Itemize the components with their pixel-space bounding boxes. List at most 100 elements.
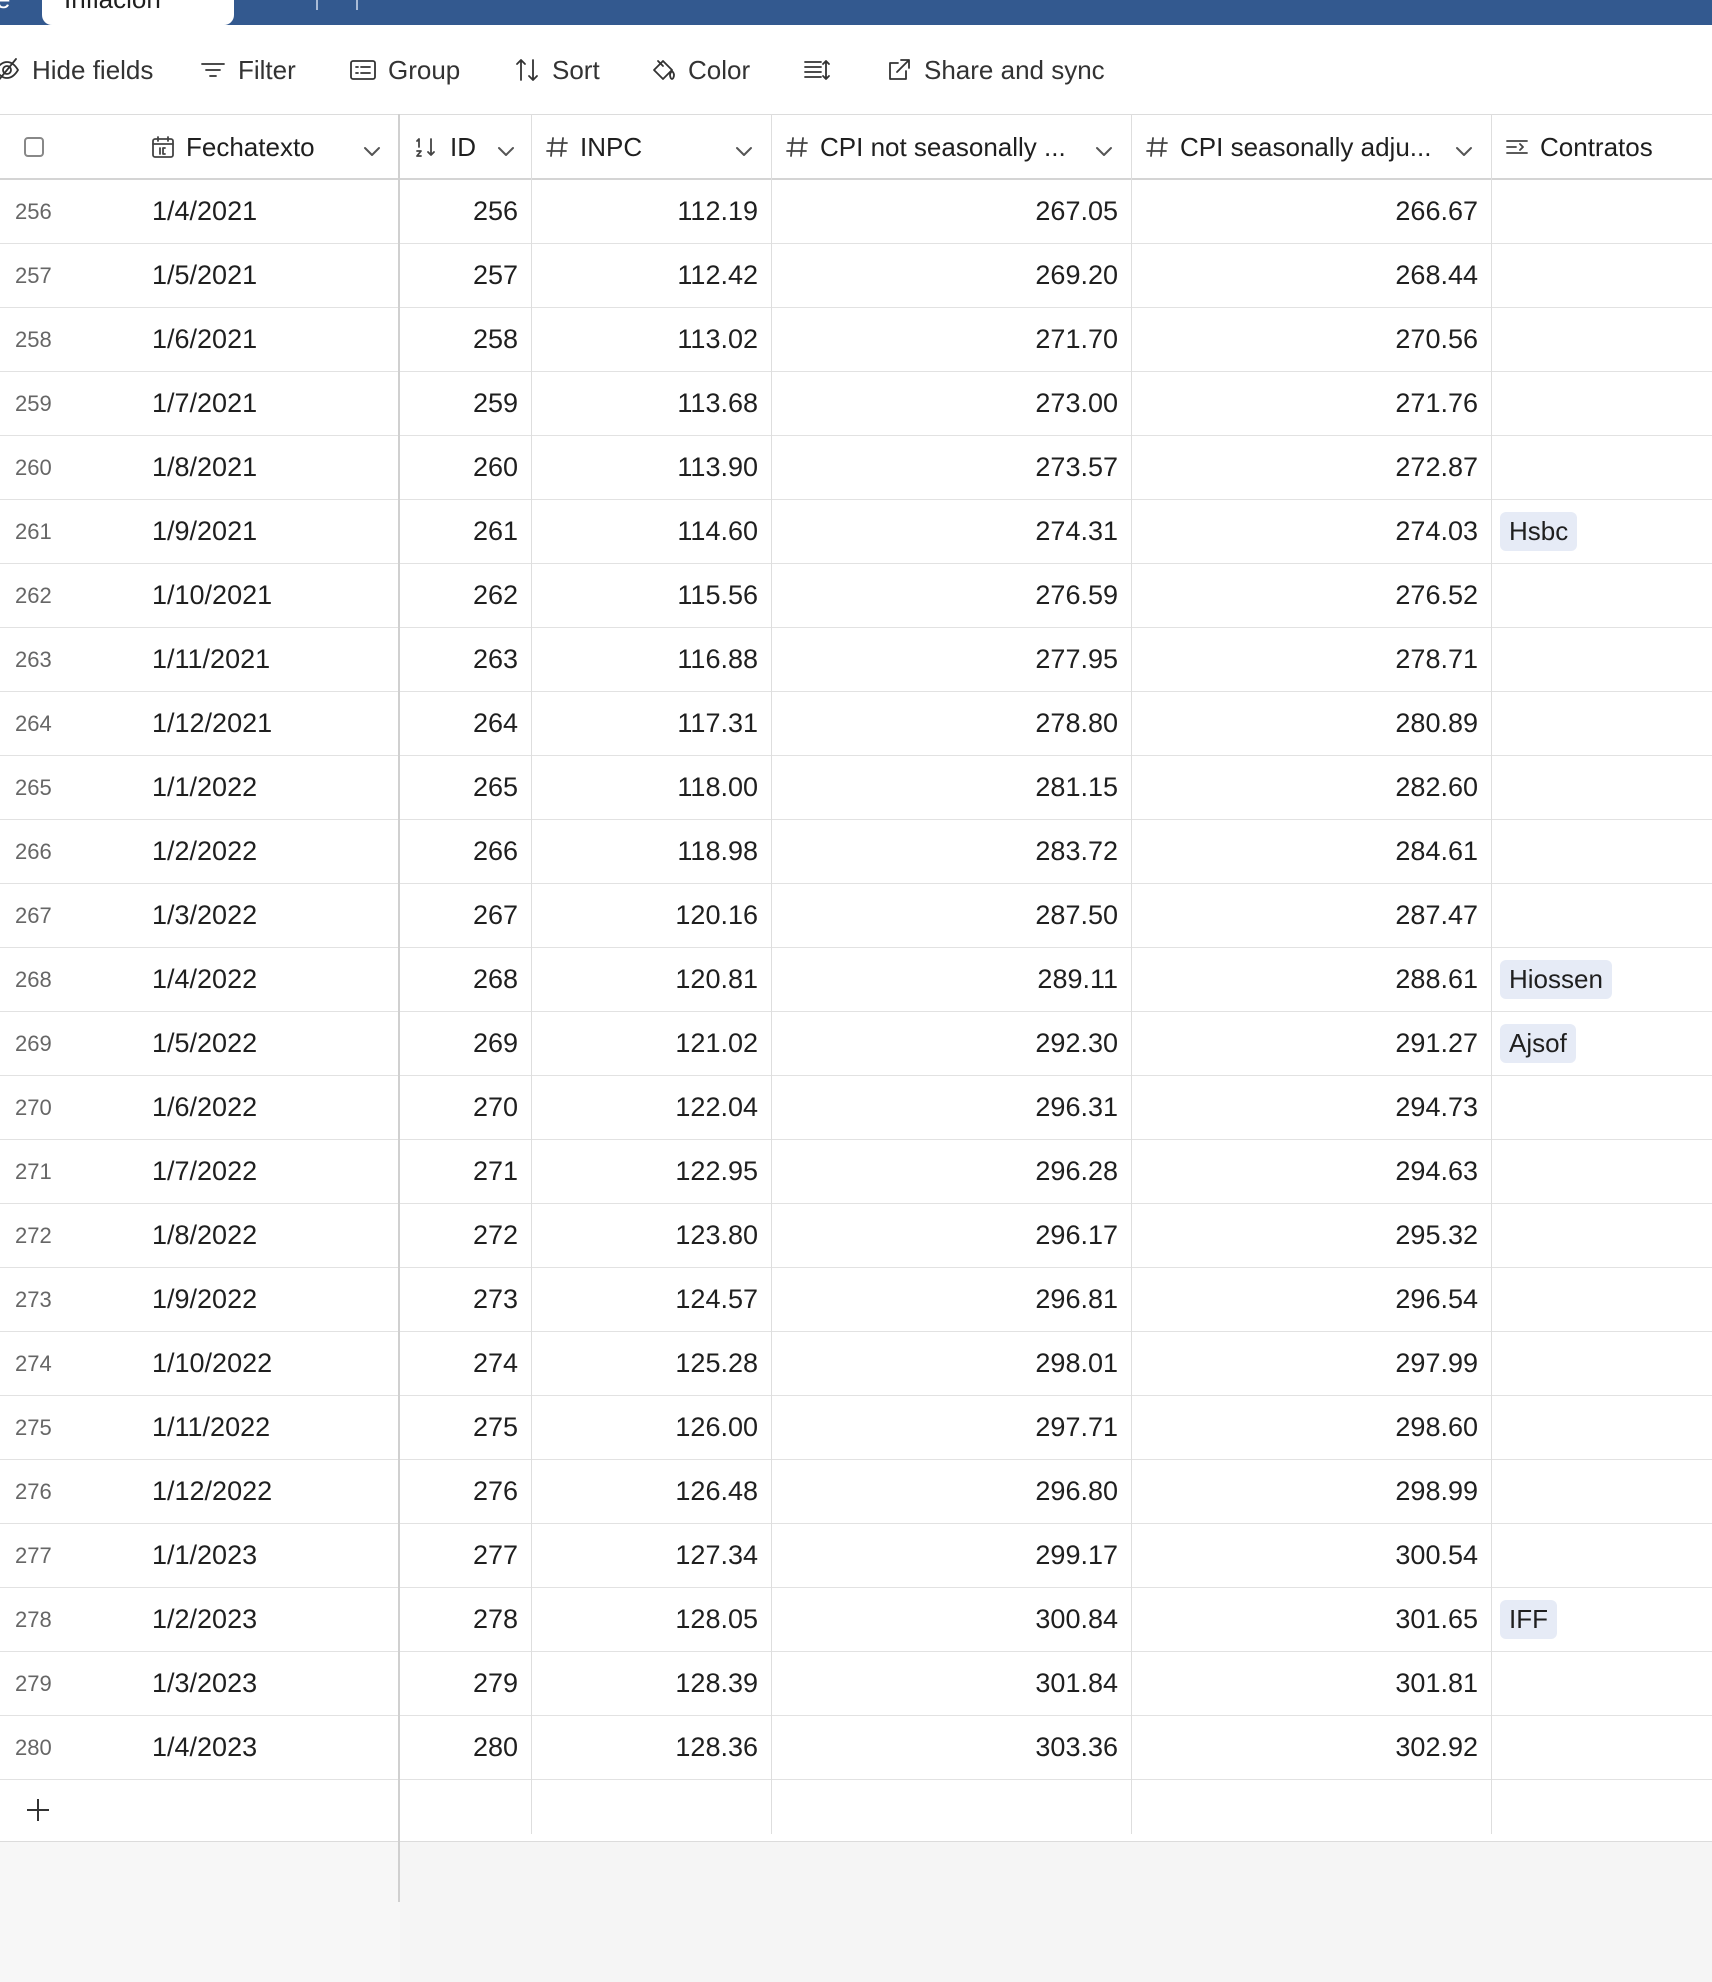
hide-fields-button[interactable]: Hide fields xyxy=(0,44,153,96)
sort-button[interactable]: Sort xyxy=(512,44,600,96)
share-sync-button[interactable]: Share and sync xyxy=(884,44,1105,96)
table-row[interactable]: 265 1/1/2022 265 118.00 281.15 282.60 xyxy=(0,756,1712,820)
cell-cpi-seasonally[interactable]: 300.54 xyxy=(1132,1524,1492,1587)
linked-record-chip[interactable]: Ajsof xyxy=(1500,1024,1576,1063)
cell-id[interactable]: 272 xyxy=(400,1204,532,1267)
cell-fechatexto[interactable]: 1/9/2021 xyxy=(152,500,398,563)
cell-cpi-not-seasonally[interactable]: 283.72 xyxy=(772,820,1132,883)
cell-cpi-seasonally[interactable]: 294.63 xyxy=(1132,1140,1492,1203)
cell-inpc[interactable]: 115.56 xyxy=(532,564,772,627)
cell-id[interactable]: 262 xyxy=(400,564,532,627)
color-button[interactable]: Color xyxy=(648,44,750,96)
cell-contratos[interactable] xyxy=(1492,1268,1712,1331)
tab-previous[interactable]: e xyxy=(0,0,40,25)
cell-cpi-not-seasonally[interactable]: 274.31 xyxy=(772,500,1132,563)
cell-inpc[interactable]: 128.05 xyxy=(532,1588,772,1651)
cell-fechatexto[interactable]: 1/3/2023 xyxy=(152,1652,398,1715)
cell-cpi-seasonally[interactable]: 284.61 xyxy=(1132,820,1492,883)
cell-id[interactable]: 264 xyxy=(400,692,532,755)
cell-inpc[interactable]: 120.16 xyxy=(532,884,772,947)
table-row[interactable]: 257 1/5/2021 257 112.42 269.20 268.44 xyxy=(0,244,1712,308)
cell-id[interactable]: 280 xyxy=(400,1716,532,1779)
cell-fechatexto[interactable]: 1/2/2022 xyxy=(152,820,398,883)
cell-contratos[interactable]: Ajsof xyxy=(1492,1012,1712,1075)
column-header-cpi-seasonally[interactable]: CPI seasonally adju... xyxy=(1144,115,1492,179)
select-all-checkbox[interactable] xyxy=(24,137,44,157)
cell-cpi-not-seasonally[interactable]: 281.15 xyxy=(772,756,1132,819)
cell-cpi-not-seasonally[interactable]: 300.84 xyxy=(772,1588,1132,1651)
cell-contratos[interactable] xyxy=(1492,1652,1712,1715)
table-row[interactable]: 263 1/11/2021 263 116.88 277.95 278.71 xyxy=(0,628,1712,692)
cell-cpi-not-seasonally[interactable]: 273.00 xyxy=(772,372,1132,435)
cell-contratos[interactable] xyxy=(1492,756,1712,819)
cell-inpc[interactable]: 122.95 xyxy=(532,1140,772,1203)
cell-cpi-not-seasonally[interactable]: 287.50 xyxy=(772,884,1132,947)
cell-inpc[interactable]: 113.02 xyxy=(532,308,772,371)
cell-inpc[interactable]: 117.31 xyxy=(532,692,772,755)
cell-cpi-not-seasonally[interactable]: 296.80 xyxy=(772,1460,1132,1523)
table-row[interactable]: 269 1/5/2022 269 121.02 292.30 291.27 Ajsof xyxy=(0,1012,1712,1076)
cell-contratos[interactable] xyxy=(1492,1140,1712,1203)
cell-fechatexto[interactable]: 1/5/2022 xyxy=(152,1012,398,1075)
cell-cpi-not-seasonally[interactable]: 299.17 xyxy=(772,1524,1132,1587)
cell-cpi-not-seasonally[interactable]: 278.80 xyxy=(772,692,1132,755)
chevron-down-icon[interactable] xyxy=(1454,137,1474,168)
table-row[interactable]: 275 1/11/2022 275 126.00 297.71 298.60 xyxy=(0,1396,1712,1460)
table-row[interactable]: 276 1/12/2022 276 126.48 296.80 298.99 xyxy=(0,1460,1712,1524)
cell-cpi-seasonally[interactable]: 296.54 xyxy=(1132,1268,1492,1331)
cell-inpc[interactable]: 128.36 xyxy=(532,1716,772,1779)
cell-cpi-seasonally[interactable]: 268.44 xyxy=(1132,244,1492,307)
linked-record-chip[interactable]: IFF xyxy=(1500,1600,1557,1639)
column-header-id[interactable]: ID xyxy=(414,115,532,179)
cell-fechatexto[interactable]: 1/1/2023 xyxy=(152,1524,398,1587)
cell-id[interactable]: 277 xyxy=(400,1524,532,1587)
column-header-fechatexto[interactable]: Fechatexto xyxy=(148,115,400,179)
table-row[interactable]: 274 1/10/2022 274 125.28 298.01 297.99 xyxy=(0,1332,1712,1396)
cell-inpc[interactable]: 126.48 xyxy=(532,1460,772,1523)
cell-inpc[interactable]: 114.60 xyxy=(532,500,772,563)
tab-inflacion[interactable]: Inflación xyxy=(42,0,234,25)
cell-contratos[interactable] xyxy=(1492,1332,1712,1395)
column-header-contratos[interactable]: Contratos xyxy=(1504,115,1712,179)
cell-id[interactable]: 260 xyxy=(400,436,532,499)
cell-fechatexto[interactable]: 1/2/2023 xyxy=(152,1588,398,1651)
cell-inpc[interactable]: 116.88 xyxy=(532,628,772,691)
cell-cpi-seasonally[interactable]: 287.47 xyxy=(1132,884,1492,947)
cell-fechatexto[interactable]: 1/3/2022 xyxy=(152,884,398,947)
cell-cpi-not-seasonally[interactable]: 277.95 xyxy=(772,628,1132,691)
table-row[interactable]: 267 1/3/2022 267 120.16 287.50 287.47 xyxy=(0,884,1712,948)
filter-button[interactable]: Filter xyxy=(198,44,296,96)
cell-cpi-seasonally[interactable]: 276.52 xyxy=(1132,564,1492,627)
group-button[interactable]: Group xyxy=(348,44,460,96)
cell-contratos[interactable] xyxy=(1492,820,1712,883)
table-row[interactable]: 261 1/9/2021 261 114.60 274.31 274.03 Hsbc xyxy=(0,500,1712,564)
cell-inpc[interactable]: 118.98 xyxy=(532,820,772,883)
cell-contratos[interactable] xyxy=(1492,628,1712,691)
cell-fechatexto[interactable]: 1/5/2021 xyxy=(152,244,398,307)
cell-cpi-not-seasonally[interactable]: 298.01 xyxy=(772,1332,1132,1395)
cell-id[interactable]: 278 xyxy=(400,1588,532,1651)
table-row[interactable]: 259 1/7/2021 259 113.68 273.00 271.76 xyxy=(0,372,1712,436)
cell-cpi-seasonally[interactable]: 298.60 xyxy=(1132,1396,1492,1459)
cell-contratos[interactable] xyxy=(1492,1716,1712,1779)
cell-id[interactable]: 279 xyxy=(400,1652,532,1715)
linked-record-chip[interactable]: Hsbc xyxy=(1500,512,1578,551)
cell-id[interactable]: 265 xyxy=(400,756,532,819)
cell-id[interactable]: 271 xyxy=(400,1140,532,1203)
cell-cpi-not-seasonally[interactable]: 271.70 xyxy=(772,308,1132,371)
cell-cpi-not-seasonally[interactable]: 292.30 xyxy=(772,1012,1132,1075)
cell-fechatexto[interactable]: 1/11/2021 xyxy=(152,628,398,691)
chevron-down-icon[interactable] xyxy=(362,137,382,168)
cell-fechatexto[interactable]: 1/12/2021 xyxy=(152,692,398,755)
cell-contratos[interactable] xyxy=(1492,1204,1712,1267)
cell-contratos[interactable] xyxy=(1492,1524,1712,1587)
cell-inpc[interactable]: 120.81 xyxy=(532,948,772,1011)
table-row[interactable]: 273 1/9/2022 273 124.57 296.81 296.54 xyxy=(0,1268,1712,1332)
cell-id[interactable]: 263 xyxy=(400,628,532,691)
cell-cpi-seasonally[interactable]: 266.67 xyxy=(1132,180,1492,243)
cell-cpi-not-seasonally[interactable]: 301.84 xyxy=(772,1652,1132,1715)
cell-cpi-seasonally[interactable]: 297.99 xyxy=(1132,1332,1492,1395)
cell-fechatexto[interactable]: 1/7/2022 xyxy=(152,1140,398,1203)
cell-cpi-seasonally[interactable]: 302.92 xyxy=(1132,1716,1492,1779)
cell-inpc[interactable]: 121.02 xyxy=(532,1012,772,1075)
